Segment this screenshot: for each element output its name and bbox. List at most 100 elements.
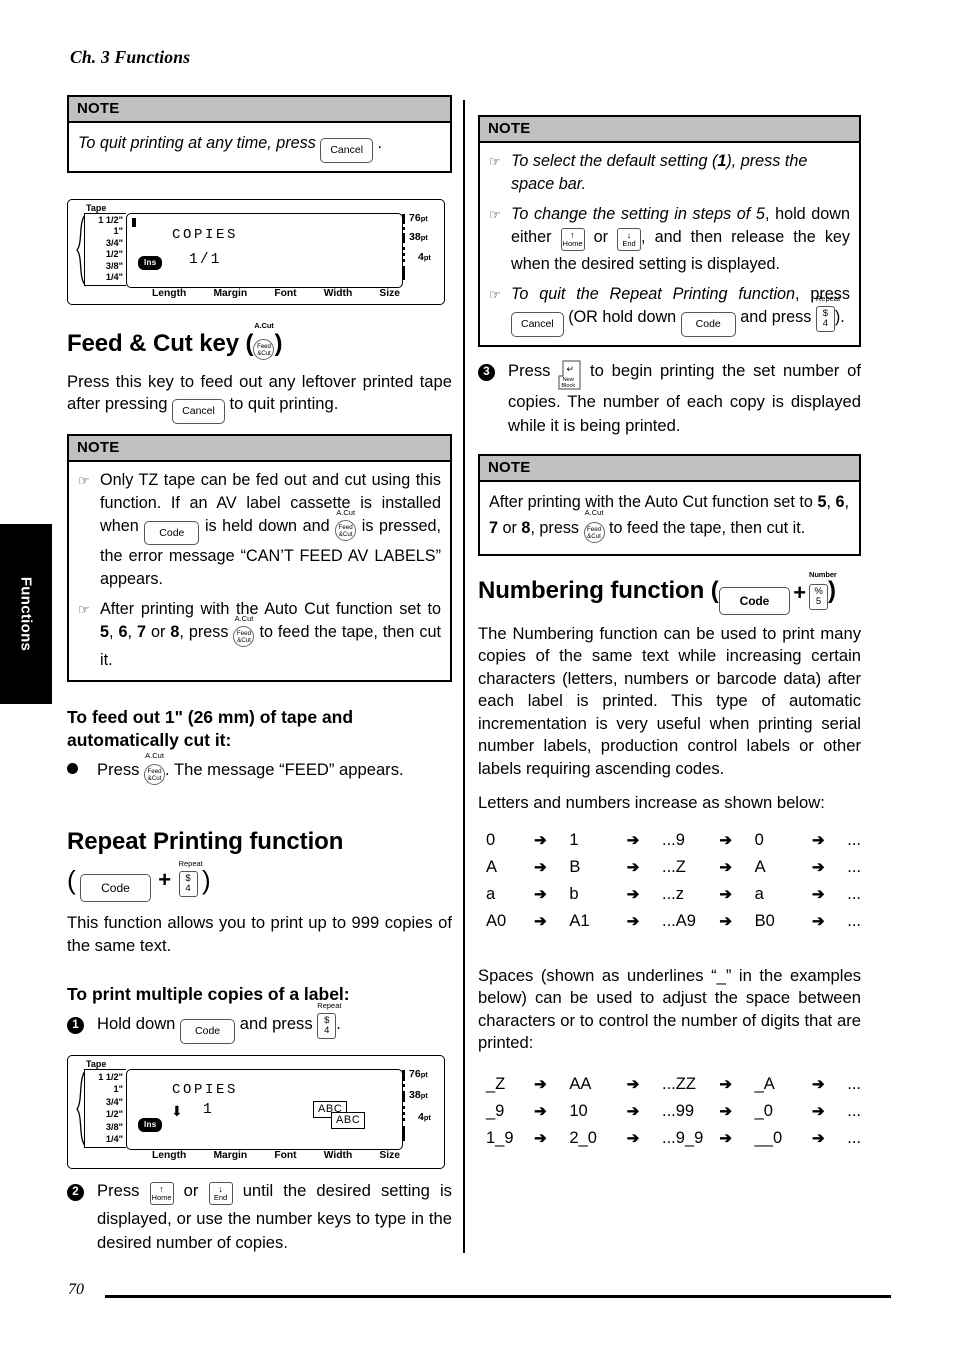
lcd-tape-sizes: 1 1/2" 1" 3/4" 1/2" 3/8" 1/4" bbox=[84, 1068, 126, 1148]
label-preview-2: ABC bbox=[331, 1111, 366, 1129]
code-key-icon: Code bbox=[80, 874, 151, 902]
arrow-icon: ➔ bbox=[534, 831, 547, 849]
step-3: 3 Press ↵ New Block to begin printing the… bbox=[478, 359, 861, 438]
new-block-key-icon: ↵ New Block bbox=[558, 359, 582, 390]
repeat-key-icon: Repeat $4 bbox=[317, 1002, 341, 1040]
feed-and-cut-key-icon: A.Cut Feed &Cut bbox=[253, 321, 275, 363]
arrow-icon: ➔ bbox=[812, 1075, 825, 1093]
step-number-2: 2 bbox=[67, 1183, 84, 1201]
arrow-icon: ➔ bbox=[812, 831, 825, 849]
note-item: ☞ To quit the Repeat Printing function, … bbox=[489, 283, 850, 337]
step-2: 2 Press ↑ Home or ↓ End until the desired … bbox=[67, 1179, 452, 1255]
lcd-display-figure-1: Tape 1 1/2" 1" 3/4" 1/2" 3/8" 1/4" COPIE… bbox=[67, 198, 445, 305]
pointing-hand-icon: ☞ bbox=[489, 287, 501, 302]
cancel-key-icon: Cancel bbox=[172, 398, 225, 424]
table-row: a ➔ b ➔ ...z ➔ a ➔ ... bbox=[486, 881, 861, 908]
lcd-word: COPIES bbox=[172, 1081, 239, 1098]
pointing-hand-icon: ☞ bbox=[489, 154, 501, 169]
lcd-tape-label: Tape bbox=[86, 202, 107, 213]
left-column: NOTE To quit printing at any time, press… bbox=[67, 95, 452, 1259]
step-number-3: 3 bbox=[478, 363, 495, 381]
lcd-word: COPIES bbox=[172, 226, 239, 243]
pointing-hand-icon: ☞ bbox=[489, 207, 501, 222]
note-item: ☞ To select the default setting (1), pre… bbox=[489, 150, 850, 196]
home-key-icon: ↑ Home bbox=[560, 228, 585, 253]
code-key-icon: Code bbox=[718, 583, 791, 615]
note-title: NOTE bbox=[69, 435, 450, 462]
arrow-icon: ➔ bbox=[812, 1102, 825, 1120]
repeat-key-combo: ( Code + Repeat $4 ) bbox=[67, 860, 452, 902]
lcd-screen: COPIES 1/1 Ins bbox=[126, 212, 403, 288]
lcd-value: 1 bbox=[203, 1101, 214, 1118]
arrow-icon: ➔ bbox=[719, 1102, 732, 1120]
repeat-key-icon: Repeat $4 bbox=[178, 860, 203, 897]
arrow-icon: ➔ bbox=[812, 912, 825, 930]
paragraph-repeat-printing: This function allows you to print up to … bbox=[67, 913, 452, 955]
lcd-display-figure-2: Tape 1 1/2" 1" 3/4" 1/2" 3/8" 1/4" COPIE… bbox=[67, 1054, 445, 1169]
paragraph-numbering-function: The Numbering function can be used to pr… bbox=[478, 623, 861, 778]
feed-and-cut-key-icon: A.Cut Feed &Cut bbox=[233, 615, 255, 649]
arrow-icon: ➔ bbox=[534, 1102, 547, 1120]
note-text: To quit printing at any time, press Canc… bbox=[78, 130, 441, 163]
note-title: NOTE bbox=[480, 455, 859, 482]
chapter-thumb-tab-label: Functions bbox=[17, 576, 35, 652]
footer-rule bbox=[105, 1295, 891, 1298]
note-box-auto-cut: NOTE After printing with the Auto Cut fu… bbox=[478, 453, 861, 556]
arrow-icon: ➔ bbox=[626, 831, 640, 849]
lcd-size-labels: 76pt 38pt 4pt bbox=[409, 1067, 431, 1123]
arrow-icon: ➔ bbox=[719, 1075, 732, 1093]
page-number: 70 bbox=[68, 1281, 84, 1298]
lcd-bottom-labels: Length Margin Font Width Size bbox=[152, 287, 400, 299]
paragraph-spaces: Spaces (shown as underlines “_” in the e… bbox=[478, 965, 861, 1053]
arrow-icon: ➔ bbox=[534, 1129, 547, 1147]
lcd-bottom-labels: Length Margin Font Width Size bbox=[152, 1149, 400, 1161]
arrow-icon: ➔ bbox=[719, 831, 732, 849]
arrow-icon: ➔ bbox=[812, 858, 825, 876]
pointing-hand-icon: ☞ bbox=[78, 602, 90, 617]
arrow-icon: ➔ bbox=[534, 1075, 547, 1093]
plus-sign: + bbox=[158, 867, 172, 892]
heading-feed-out-1-inch: To feed out 1" (26 mm) of tape and autom… bbox=[67, 707, 354, 750]
up-down-arrow-icon: ⬇ bbox=[171, 1102, 183, 1119]
repeat-key-icon: Repeat $4 bbox=[815, 295, 840, 333]
table-row: 1_9 ➔ 2_0 ➔ ...9_9 ➔ __0 ➔ ... bbox=[486, 1125, 861, 1152]
step-1: 1 Hold down Code and press Repeat $4 . bbox=[67, 1002, 452, 1044]
lcd-tape-label: Tape bbox=[86, 1058, 107, 1069]
arrow-icon: ➔ bbox=[534, 912, 547, 930]
heading-feed-and-cut-key: Feed & Cut key (A.Cut Feed &Cut) bbox=[67, 321, 452, 363]
arrow-icon: ➔ bbox=[626, 858, 640, 876]
note-text: After printing with the Auto Cut functio… bbox=[489, 489, 850, 546]
table-row: A0 ➔ A1 ➔ ...A9 ➔ B0 ➔ ... bbox=[486, 908, 861, 935]
arrow-icon: ➔ bbox=[719, 885, 732, 903]
lcd-ins-badge: Ins bbox=[138, 1117, 163, 1132]
arrow-icon: ➔ bbox=[626, 1075, 640, 1093]
note-item: ☞ Only TZ tape can be fed out and cut us… bbox=[78, 469, 441, 592]
home-key-icon: ↑ Home bbox=[149, 1181, 174, 1207]
size-scale-icon bbox=[402, 213, 405, 280]
paragraph-increase-intro: Letters and numbers increase as shown be… bbox=[478, 793, 825, 812]
increment-table-spaces: _Z ➔ AA ➔ ...ZZ ➔ _A ➔ ... _9 ➔ 10 ➔ ...… bbox=[486, 1071, 861, 1152]
heading-print-multiple-copies: To print multiple copies of a label: bbox=[67, 984, 350, 1004]
note-item: ☞ To change the setting in steps of 5, h… bbox=[489, 203, 850, 276]
cancel-key-icon: Cancel bbox=[320, 135, 374, 163]
plus-sign: + bbox=[793, 579, 806, 605]
table-row: _Z ➔ AA ➔ ...ZZ ➔ _A ➔ ... bbox=[486, 1071, 861, 1098]
arrow-icon: ➔ bbox=[719, 912, 732, 930]
manual-page: Ch. 3 Functions Functions NOTE To quit p… bbox=[0, 0, 954, 1348]
note-box-repeat-settings: NOTE ☞ To select the default setting (1)… bbox=[478, 115, 861, 347]
lcd-ins-badge: Ins bbox=[138, 255, 163, 270]
note-item: ☞ After printing with the Auto Cut funct… bbox=[78, 598, 441, 672]
feed-and-cut-key-icon: A.Cut Feed &Cut bbox=[335, 508, 357, 543]
note-title: NOTE bbox=[480, 117, 859, 143]
paragraph-feed-cut: Press this key to feed out any leftover … bbox=[67, 371, 452, 424]
chapter-thumb-tab: Functions bbox=[0, 524, 52, 704]
heading-repeat-printing-function: Repeat Printing function bbox=[67, 828, 344, 855]
arrow-icon: ➔ bbox=[626, 912, 640, 930]
code-key-icon: Code bbox=[144, 520, 200, 545]
cancel-key-icon: Cancel bbox=[511, 311, 564, 337]
size-scale-icon bbox=[402, 1069, 405, 1141]
number-key-icon: Number% 5 bbox=[809, 570, 837, 612]
arrow-icon: ➔ bbox=[626, 1129, 640, 1147]
end-key-icon: ↓ End bbox=[617, 228, 642, 253]
note-title: NOTE bbox=[69, 97, 450, 123]
